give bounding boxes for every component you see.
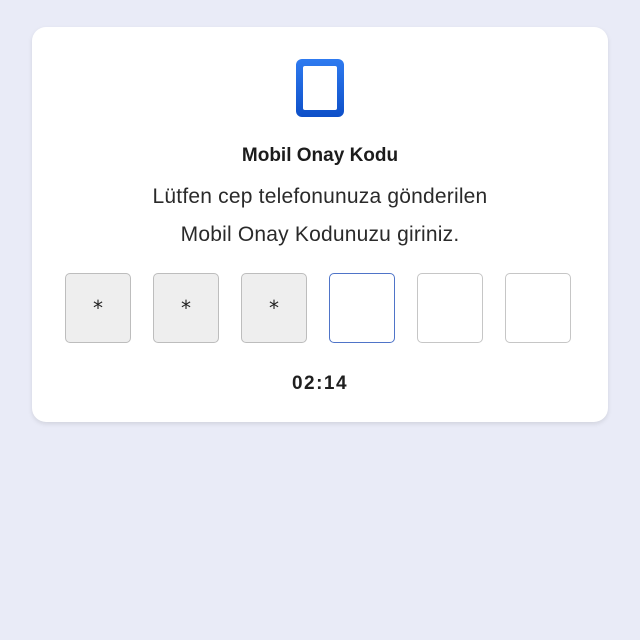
otp-digit-1[interactable]: *	[65, 273, 131, 343]
otp-digit-3[interactable]: *	[241, 273, 307, 343]
description-line-1: Lütfen cep telefonunuza gönderilen	[152, 185, 488, 208]
otp-digit-4[interactable]	[329, 273, 395, 343]
mobile-phone-icon	[296, 59, 344, 117]
page-title: Mobil Onay Kodu	[241, 145, 399, 166]
otp-card: Mobil Onay Kodu Lütfen cep telefonunuza …	[32, 27, 608, 422]
otp-digit-5[interactable]	[417, 273, 483, 343]
description-line-2: Mobil Onay Kodunuzu giriniz.	[180, 223, 460, 246]
otp-digit-2[interactable]: *	[153, 273, 219, 343]
otp-input-group: * * *	[65, 273, 575, 345]
otp-digit-6[interactable]	[505, 273, 571, 343]
countdown-timer: 02:14	[291, 373, 349, 394]
